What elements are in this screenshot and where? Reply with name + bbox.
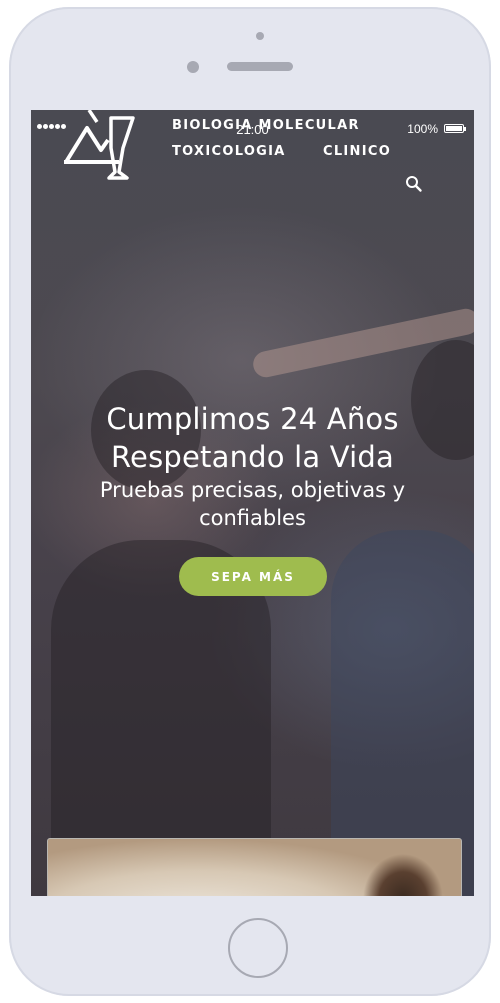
battery-full-icon xyxy=(444,124,466,133)
hero-subtitle-line: confiables xyxy=(199,506,306,530)
earpiece-speaker xyxy=(227,62,293,71)
hero-subtitle-line: Pruebas precisas, objetivas y xyxy=(99,478,406,502)
search-icon[interactable] xyxy=(405,175,423,193)
hero-subtitle: Pruebas precisas, objetivas y confiables xyxy=(31,476,474,532)
hero-text-block: Cumplimos 24 Años Respetando la Vida Pru… xyxy=(31,400,474,532)
next-section-image-card[interactable] xyxy=(47,838,462,896)
front-camera-dot xyxy=(256,32,264,40)
status-bar: 21:00 100% xyxy=(31,110,474,148)
battery-percentage: 100% xyxy=(407,122,438,136)
device-screen: 21:00 100% BIOLOGIA MOLECULAR TOXICOLOGI… xyxy=(31,110,474,896)
sepa-mas-button[interactable]: SEPA MÁS xyxy=(179,557,327,596)
hero-title: Cumplimos 24 Años Respetando la Vida xyxy=(31,400,474,476)
home-button[interactable] xyxy=(228,918,288,978)
hero-title-line: Respetando la Vida xyxy=(110,440,395,474)
hero-title-line: Cumplimos 24 Años xyxy=(106,402,399,436)
proximity-sensor-dot xyxy=(187,61,199,73)
